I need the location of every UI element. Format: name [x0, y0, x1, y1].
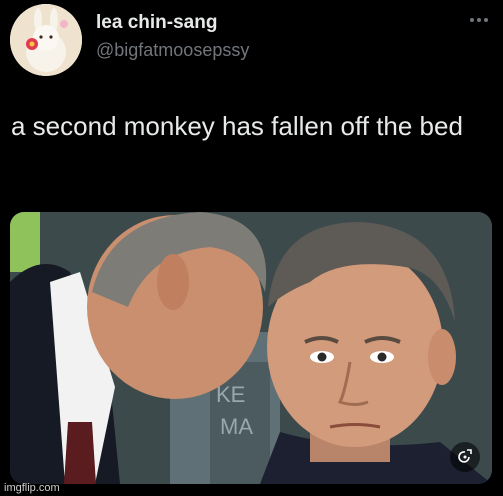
avatar[interactable]: [10, 4, 82, 76]
more-horizontal-icon: [470, 18, 488, 22]
watermark: imgflip.com: [4, 482, 60, 494]
user-handle[interactable]: @bigfatmoosepssy: [96, 40, 249, 61]
avatar-image: [10, 4, 82, 76]
more-options-button[interactable]: [467, 12, 491, 28]
tweet-text: a second monkey has fallen off the bed: [11, 111, 463, 141]
media-photo: KE MA: [10, 212, 492, 484]
display-name[interactable]: lea chin-sang: [96, 12, 217, 34]
tweet-media[interactable]: KE MA: [10, 212, 492, 484]
image-search-button[interactable]: [450, 442, 480, 472]
search-image-icon: [458, 449, 472, 463]
sign-text-2: MA: [220, 414, 253, 439]
